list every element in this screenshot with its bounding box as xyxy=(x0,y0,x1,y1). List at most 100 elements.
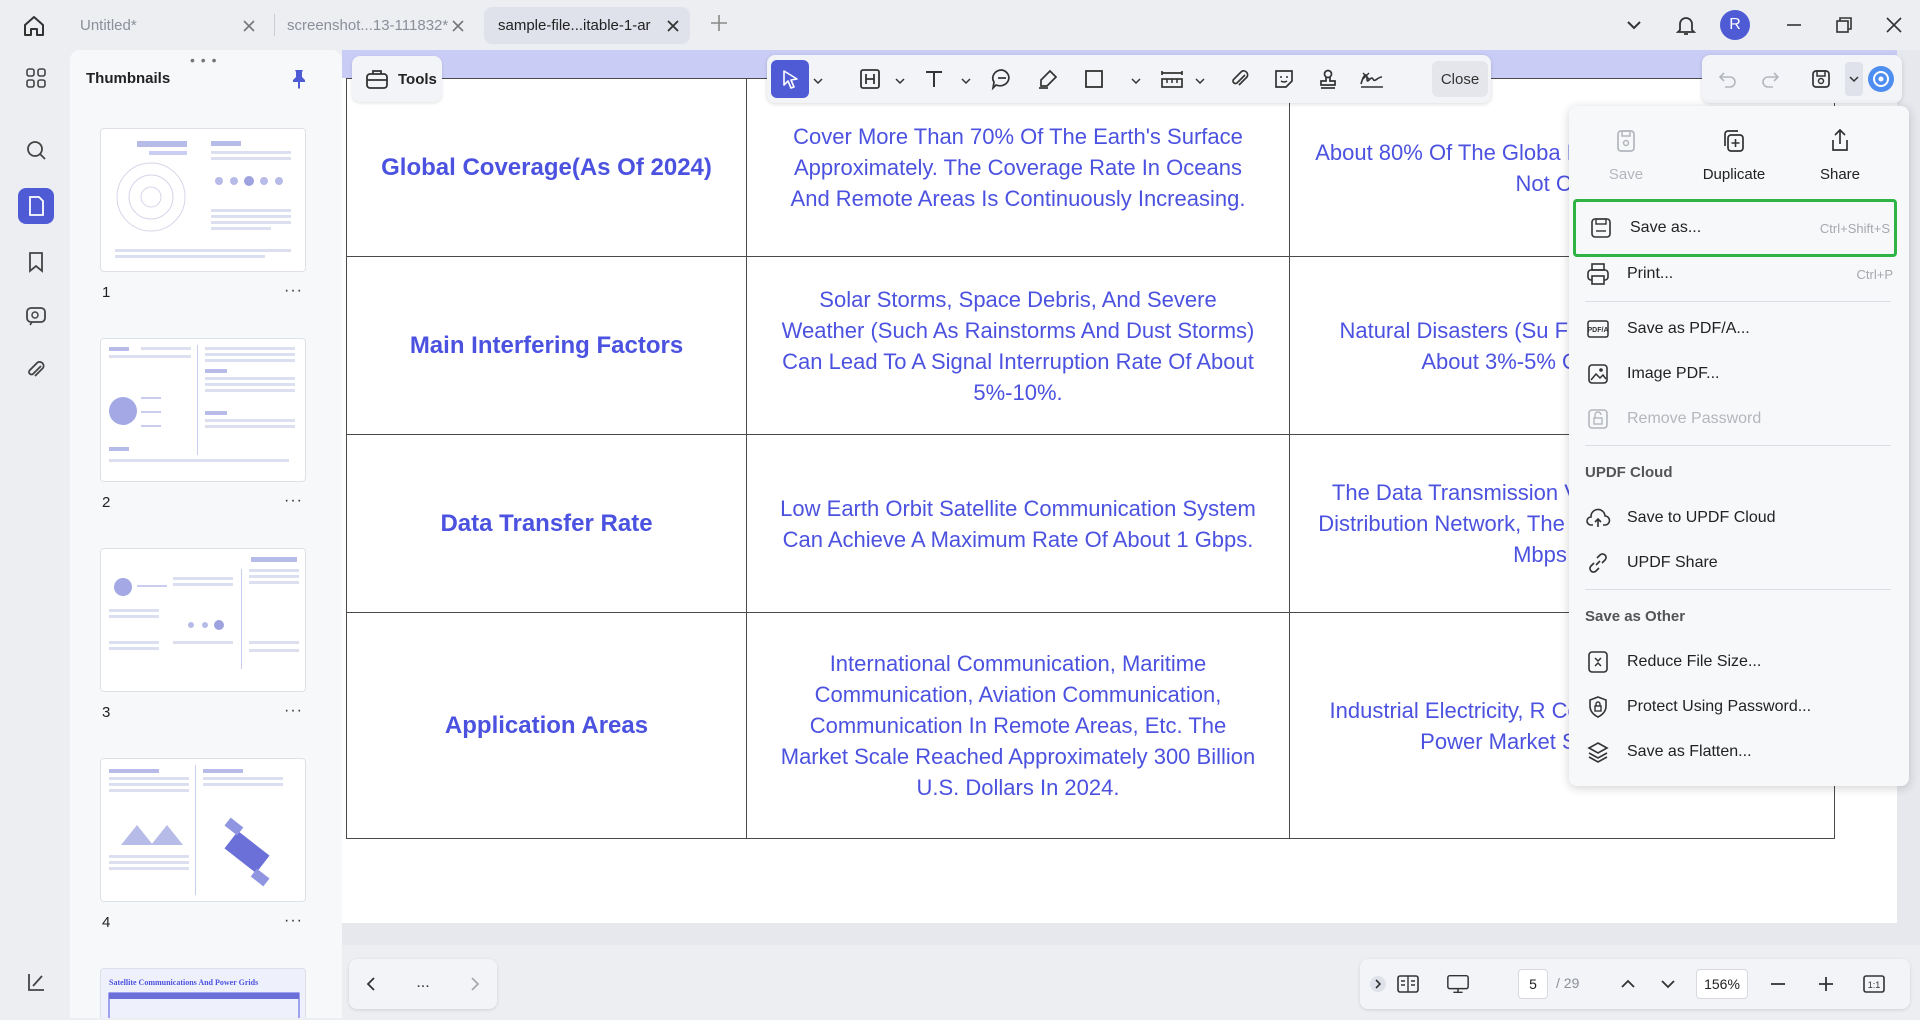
chevron-down-icon[interactable] xyxy=(1622,13,1646,37)
link-icon xyxy=(1589,553,1607,573)
page-thumbnail[interactable] xyxy=(100,758,306,902)
text-box-icon[interactable] xyxy=(855,64,885,94)
more-pages-button[interactable]: ... xyxy=(411,971,435,995)
close-icon[interactable] xyxy=(664,17,682,35)
more-icon[interactable]: ··· xyxy=(284,492,303,510)
close-icon[interactable] xyxy=(240,17,258,35)
page-layout-icon[interactable] xyxy=(1396,972,1420,996)
stamp-icon[interactable] xyxy=(1313,64,1343,94)
table-cell: Solar Storms, Space Debris, And Severe W… xyxy=(746,256,1290,435)
chevron-down-icon[interactable] xyxy=(895,73,905,85)
restore-icon[interactable] xyxy=(1832,13,1856,37)
measure-icon[interactable] xyxy=(1157,64,1187,94)
page-number-input[interactable]: 5 xyxy=(1518,969,1548,999)
bell-icon[interactable] xyxy=(1674,13,1698,37)
remove-password-menu-item[interactable]: Remove Password xyxy=(1573,397,1897,441)
tab-untitled[interactable]: Untitled* xyxy=(66,7,266,44)
signature-icon[interactable] xyxy=(1357,64,1387,94)
page-thumbnail[interactable] xyxy=(100,548,306,692)
highlighter-icon[interactable] xyxy=(1033,64,1063,94)
print-menu-item[interactable]: Print... Ctrl+P xyxy=(1573,252,1897,296)
pin-icon[interactable] xyxy=(288,68,310,90)
grid-icon[interactable] xyxy=(18,60,54,96)
close-toolbar-button[interactable]: Close xyxy=(1432,61,1488,97)
tab-screenshot[interactable]: screenshot...13-111832* xyxy=(273,7,475,44)
presentation-icon[interactable] xyxy=(1446,972,1470,996)
zoom-out-icon[interactable] xyxy=(1766,972,1790,996)
save-action[interactable]: Save xyxy=(1581,126,1671,196)
share-action[interactable]: Share xyxy=(1795,126,1885,196)
chevron-down-icon[interactable] xyxy=(961,73,971,85)
updf-share-menu-item[interactable]: UPDF Share xyxy=(1573,541,1897,585)
tab-label: Untitled* xyxy=(80,17,137,34)
protect-password-menu-item[interactable]: Protect Using Password... xyxy=(1573,685,1897,729)
paperclip-icon[interactable] xyxy=(1225,64,1255,94)
save-pdfa-menu-item[interactable]: PDF/A Save as PDF/A... xyxy=(1573,307,1897,351)
ai-assistant-icon[interactable] xyxy=(1866,64,1896,94)
protect-password-label: Protect Using Password... xyxy=(1627,698,1812,715)
bookmark-icon[interactable] xyxy=(18,244,54,280)
add-tab-icon[interactable] xyxy=(708,12,730,34)
comment-icon[interactable] xyxy=(987,64,1017,94)
svg-text:PDF/A: PDF/A xyxy=(1588,327,1609,334)
tab-sample-file[interactable]: sample-file...itable-1-ar xyxy=(484,7,690,44)
chevron-down-icon[interactable] xyxy=(1195,73,1205,85)
updf-share-label: UPDF Share xyxy=(1627,554,1718,571)
comment-search-icon[interactable] xyxy=(18,298,54,334)
search-icon[interactable] xyxy=(18,132,54,168)
zoom-level-input[interactable]: 156% xyxy=(1696,969,1748,999)
chevron-left-icon[interactable] xyxy=(359,972,383,996)
thumbnails-icon[interactable] xyxy=(18,188,54,224)
tools-button[interactable]: Tools xyxy=(352,56,442,102)
undo-icon[interactable] xyxy=(1712,64,1742,94)
shield-lock-icon xyxy=(1589,696,1607,718)
drag-handle-icon[interactable]: • • • xyxy=(190,52,217,68)
redo-icon[interactable] xyxy=(1756,64,1786,94)
save-as-label: Save as... xyxy=(1630,219,1702,236)
duplicate-action[interactable]: Duplicate xyxy=(1689,126,1779,196)
image-pdf-label: Image PDF... xyxy=(1627,365,1720,382)
save-as-menu-item[interactable]: Save as... Ctrl+Shift+S xyxy=(1573,199,1897,257)
bottom-bar: ... 5 / 29 156% 1:1 xyxy=(342,945,1920,1020)
chevron-down-icon[interactable] xyxy=(1845,62,1863,96)
chevron-down-icon[interactable] xyxy=(1131,73,1141,85)
chevron-down-icon[interactable] xyxy=(1656,972,1680,996)
zoom-in-icon[interactable] xyxy=(1814,972,1838,996)
table-cell: Cover More Than 70% Of The Earth's Surfa… xyxy=(746,78,1290,257)
attachment-icon[interactable] xyxy=(18,352,54,388)
minimize-icon[interactable] xyxy=(1782,13,1806,37)
avatar[interactable]: R xyxy=(1720,10,1750,40)
save-cloud-label: Save to UPDF Cloud xyxy=(1627,509,1776,526)
save-flatten-menu-item[interactable]: Save as Flatten... xyxy=(1573,730,1897,774)
page-thumbnail[interactable] xyxy=(100,128,306,272)
close-window-icon[interactable] xyxy=(1882,13,1906,37)
chevron-right-icon[interactable] xyxy=(463,972,487,996)
save-icon[interactable] xyxy=(1806,64,1836,94)
more-icon[interactable]: ··· xyxy=(284,912,303,930)
menu-divider xyxy=(1585,301,1891,302)
close-icon[interactable] xyxy=(449,17,467,35)
sticker-icon[interactable] xyxy=(1269,64,1299,94)
image-pdf-menu-item[interactable]: Image PDF... xyxy=(1573,352,1897,396)
more-icon[interactable]: ··· xyxy=(284,282,303,300)
page-thumbnail[interactable] xyxy=(100,338,306,482)
chevron-down-icon[interactable] xyxy=(813,73,823,85)
save-cloud-menu-item[interactable]: Save to UPDF Cloud xyxy=(1573,496,1897,540)
home-icon[interactable] xyxy=(20,12,48,40)
page-thumbnail[interactable]: Satellite Communications And Power Grids xyxy=(100,968,306,1018)
file-toolbar xyxy=(1702,55,1902,103)
layers-icon[interactable] xyxy=(18,964,54,1000)
actual-size-icon[interactable]: 1:1 xyxy=(1862,972,1886,996)
svg-text:1:1: 1:1 xyxy=(1868,980,1881,990)
reduce-size-label: Reduce File Size... xyxy=(1627,653,1762,670)
collapse-toggle-icon[interactable] xyxy=(1366,972,1390,996)
text-icon[interactable] xyxy=(919,64,949,94)
thumbnail-page-number: 4 xyxy=(102,914,111,931)
reduce-size-menu-item[interactable]: Reduce File Size... xyxy=(1573,640,1897,684)
row-heading: Data Transfer Rate xyxy=(346,434,747,613)
more-icon[interactable]: ··· xyxy=(284,702,303,720)
table-cell: Low Earth Orbit Satellite Communication … xyxy=(746,434,1290,613)
select-cursor-icon[interactable] xyxy=(771,60,809,98)
chevron-up-icon[interactable] xyxy=(1616,972,1640,996)
rectangle-icon[interactable] xyxy=(1079,64,1109,94)
